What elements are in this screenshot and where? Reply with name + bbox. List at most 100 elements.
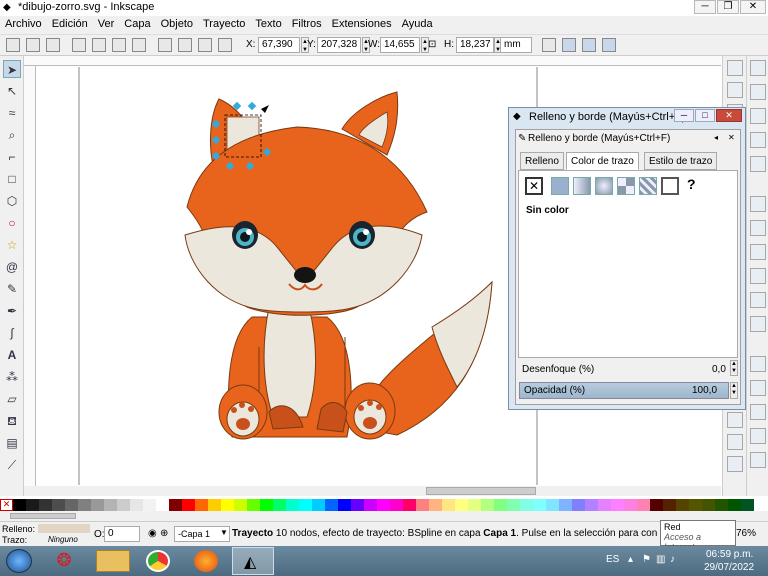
network-icon[interactable]: ▥	[656, 554, 665, 565]
minimize-button[interactable]: ─	[694, 0, 716, 14]
pattern-button[interactable]	[639, 177, 657, 195]
xml-editor-icon[interactable]	[727, 456, 743, 472]
x-field[interactable]: 67,390	[258, 37, 300, 53]
eraser-tool-icon[interactable]: ▱	[3, 390, 21, 408]
snap-cusp-icon[interactable]	[750, 268, 766, 284]
opacity-slider[interactable]: Opacidad (%) 100,0	[519, 382, 729, 399]
menu-ayuda[interactable]: Ayuda	[397, 16, 438, 32]
pen-tool-icon[interactable]: ✒	[3, 302, 21, 320]
tab-stroke-paint[interactable]: Color de trazo	[566, 152, 639, 170]
dialog-panel-close-icon[interactable]: ✕	[728, 133, 735, 142]
calligraphy-tool-icon[interactable]: ∫	[3, 324, 21, 342]
tab-fill[interactable]: Relleno	[520, 152, 564, 170]
y-field[interactable]: 207,328	[317, 37, 361, 53]
transform-patterns-icon[interactable]	[602, 38, 616, 52]
clock-time[interactable]: 06:59 p.m.	[706, 549, 753, 560]
swatch-button[interactable]	[661, 177, 679, 195]
tab-stroke-style[interactable]: Estilo de trazo	[644, 152, 718, 170]
menu-archivo[interactable]: Archivo	[0, 16, 47, 32]
h-field[interactable]: 18,237	[456, 37, 494, 53]
rectangle-tool-icon[interactable]: □	[3, 170, 21, 188]
dialog-back-icon[interactable]: ◂	[714, 133, 718, 142]
rotate-cw-icon[interactable]	[92, 38, 106, 52]
pencil-tool-icon[interactable]: ✎	[3, 280, 21, 298]
w-field[interactable]: 14,655	[380, 37, 420, 53]
stroke-indicator[interactable]: Ninguno	[48, 535, 78, 544]
opacity-spinner[interactable]: ▲ ▼	[730, 382, 738, 399]
snap-guides-icon[interactable]	[750, 452, 766, 468]
color-palette[interactable]: ✕	[0, 499, 768, 511]
start-button[interactable]	[6, 549, 32, 573]
3d-box-tool-icon[interactable]: ⬡	[3, 192, 21, 210]
dropper-tool-icon[interactable]: ⟋	[3, 456, 21, 474]
gradient-tool-icon[interactable]: ▤	[3, 434, 21, 452]
scale-stroke-icon[interactable]	[542, 38, 556, 52]
horizontal-scrollbar[interactable]	[24, 486, 721, 496]
radial-gradient-button[interactable]	[595, 177, 613, 195]
linear-gradient-button[interactable]	[573, 177, 591, 195]
zoom-tool-icon[interactable]: ⌕	[3, 126, 21, 144]
flat-color-button[interactable]	[551, 177, 569, 195]
raise-to-top-icon[interactable]	[158, 38, 172, 52]
snap-midpoints-icon[interactable]	[750, 156, 766, 172]
snap-toggle-icon[interactable]	[750, 60, 766, 76]
flip-horizontal-icon[interactable]	[112, 38, 126, 52]
close-button[interactable]: ✕	[740, 0, 766, 14]
ungroup-icon[interactable]	[727, 412, 743, 428]
palette-scrollbar[interactable]	[0, 511, 768, 521]
open-icon[interactable]	[727, 82, 743, 98]
snap-centers-icon[interactable]	[750, 356, 766, 372]
no-paint-swatch[interactable]: ✕	[0, 499, 13, 511]
star-tool-icon[interactable]: ☆	[3, 236, 21, 254]
select-all-icon[interactable]	[6, 38, 20, 52]
opacity-field[interactable]: 0	[104, 526, 140, 542]
ellipse-tool-icon[interactable]: ○	[3, 214, 21, 232]
spiral-tool-icon[interactable]: @	[3, 258, 21, 276]
mesh-gradient-button[interactable]	[617, 177, 635, 195]
flip-vertical-icon[interactable]	[132, 38, 146, 52]
node-tool-icon[interactable]: ↖	[3, 82, 21, 100]
firefox-icon[interactable]	[194, 550, 218, 572]
snap-page-icon[interactable]	[750, 404, 766, 420]
snap-line-midpoints-icon[interactable]	[750, 316, 766, 332]
selector-tool-icon[interactable]: ➤	[3, 60, 21, 78]
snap-bbox-icon[interactable]	[750, 84, 766, 100]
fill-stroke-icon[interactable]	[727, 434, 743, 450]
tray-arrow-icon[interactable]: ▴	[628, 554, 633, 565]
lock-icon[interactable]: ⊡	[428, 39, 436, 50]
deselect-icon[interactable]	[46, 38, 60, 52]
lower-icon[interactable]	[198, 38, 212, 52]
menu-edicion[interactable]: Edición	[47, 16, 93, 32]
dialog-minimize-button[interactable]: ─	[674, 109, 694, 122]
unit-select[interactable]: mm	[500, 37, 532, 53]
snap-smooth-icon[interactable]	[750, 292, 766, 308]
clock-date[interactable]: 29/07/2022	[704, 562, 754, 573]
snap-grids-icon[interactable]	[750, 428, 766, 444]
paint-bucket-tool-icon[interactable]: ⛾	[3, 412, 21, 430]
snap-intersections-icon[interactable]	[750, 244, 766, 260]
tweak-tool-icon[interactable]: ≈	[3, 104, 21, 122]
text-tool-icon[interactable]: A	[3, 346, 21, 364]
chrome-icon[interactable]	[146, 550, 170, 572]
language-indicator[interactable]: ES	[606, 554, 619, 565]
chevron-down-icon[interactable]: ▼	[220, 528, 228, 537]
menu-filtros[interactable]: Filtros	[287, 16, 327, 32]
restore-button[interactable]: ❐	[717, 0, 739, 14]
scale-corners-icon[interactable]	[562, 38, 576, 52]
file-explorer-icon[interactable]	[96, 550, 130, 572]
menu-capa[interactable]: Capa	[119, 16, 155, 32]
blur-value[interactable]: 0,0	[712, 364, 726, 375]
rotate-ccw-icon[interactable]	[72, 38, 86, 52]
snap-paths-icon[interactable]	[750, 220, 766, 236]
menu-objeto[interactable]: Objeto	[156, 16, 198, 32]
menu-ver[interactable]: Ver	[93, 16, 120, 32]
new-document-icon[interactable]	[727, 60, 743, 76]
measure-tool-icon[interactable]: ⌐	[3, 148, 21, 166]
fill-indicator[interactable]	[38, 524, 90, 533]
snap-corners-icon[interactable]	[750, 132, 766, 148]
volume-icon[interactable]: ♪	[670, 554, 675, 565]
menu-trayecto[interactable]: Trayecto	[198, 16, 250, 32]
menu-texto[interactable]: Texto	[250, 16, 286, 32]
no-paint-button[interactable]: ✕	[525, 177, 543, 195]
menu-extensiones[interactable]: Extensiones	[327, 16, 397, 32]
